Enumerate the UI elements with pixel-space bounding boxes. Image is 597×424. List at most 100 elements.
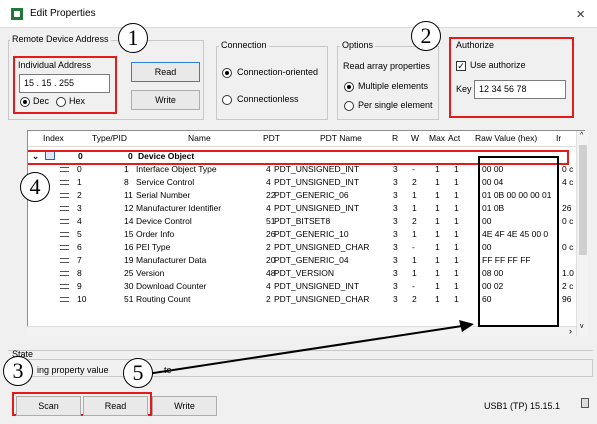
pdt-name-cell: PDT_UNSIGNED_INT [274, 164, 360, 174]
r-cell: 3 [393, 203, 398, 213]
index-cell: 9 [77, 281, 82, 291]
scroll-down-icon[interactable]: v [580, 323, 584, 330]
use-authorize-label: Use authorize [470, 60, 526, 70]
footer-read-button[interactable]: Read [83, 396, 148, 416]
header-r[interactable]: R [392, 133, 398, 143]
act-cell: 1 [454, 242, 459, 252]
title-bar: Edit Properties × [0, 0, 597, 28]
connection-status: USB1 (TP) 15.15.1 [484, 401, 561, 411]
single-element-radio[interactable] [344, 101, 354, 111]
act-cell: 1 [454, 229, 459, 239]
pid-cell: 11 [124, 190, 133, 200]
r-cell: 3 [393, 190, 398, 200]
authorize-label: Authorize [454, 40, 497, 50]
ir-cell: 0 c [562, 242, 574, 252]
header-pdt-name[interactable]: PDT Name [320, 133, 362, 143]
pid-cell: 25 [124, 268, 134, 278]
property-icon [60, 297, 69, 302]
pid-cell: 16 [124, 242, 134, 252]
w-cell: - [412, 281, 415, 291]
scroll-right-icon[interactable]: › [569, 326, 572, 336]
header-w[interactable]: W [411, 133, 419, 143]
r-cell: 3 [393, 242, 398, 252]
dec-label: Dec [33, 96, 50, 106]
connection-oriented-label: Connection-oriented [237, 67, 319, 77]
marker-3: 3 [3, 356, 33, 386]
key-input[interactable]: 12 34 56 78 [474, 80, 566, 99]
header-type-pid[interactable]: Type/PID [92, 133, 127, 143]
header-raw-value[interactable]: Raw Value (hex) [475, 133, 537, 143]
close-icon[interactable]: × [576, 6, 585, 23]
header-pdt[interactable]: PDT [263, 133, 280, 143]
header-act[interactable]: Act [448, 133, 460, 143]
remote-read-button[interactable]: Read [131, 62, 200, 82]
ir-cell: 96 [562, 294, 572, 304]
pid-cell: 1 [124, 164, 129, 174]
hex-label: Hex [69, 96, 86, 106]
pdt-cell: 4 [266, 281, 271, 291]
index-cell: 5 [77, 229, 82, 239]
key-label: Key [456, 84, 472, 94]
w-cell: - [412, 164, 415, 174]
property-icon [60, 284, 69, 289]
connection-oriented-radio[interactable] [222, 68, 232, 78]
header-name[interactable]: Name [188, 133, 211, 143]
act-cell: 1 [454, 177, 459, 187]
name-cell: Service Control [136, 177, 195, 187]
scroll-thumb[interactable] [579, 145, 587, 255]
w-cell: 1 [412, 229, 417, 239]
vertical-scrollbar[interactable]: ^ v [576, 131, 588, 336]
max-cell: 1 [435, 164, 440, 174]
connection-group [216, 46, 328, 120]
marker-5: 5 [123, 358, 153, 388]
w-cell: 1 [412, 255, 417, 265]
pid-cell: 19 [124, 255, 134, 265]
property-icon [60, 258, 69, 263]
w-cell: 1 [412, 190, 417, 200]
name-cell: Serial Number [136, 190, 191, 200]
header-ir[interactable]: Ir [556, 133, 561, 143]
scan-button[interactable]: Scan [16, 396, 81, 416]
pdt-name-cell: PDT_VERSION [274, 268, 334, 278]
pdt-name-cell: PDT_GENERIC_04 [274, 255, 349, 265]
r-cell: 3 [393, 177, 398, 187]
name-cell: Manufacturer Data [136, 255, 207, 265]
horizontal-scrollbar[interactable]: › [27, 326, 576, 336]
header-index[interactable]: Index [43, 133, 64, 143]
index-cell: 0 [77, 164, 82, 174]
pid-cell: 51 [124, 294, 134, 304]
dec-radio[interactable] [20, 97, 30, 107]
pdt-cell: 2 [266, 242, 271, 252]
name-cell: Routing Count [136, 294, 191, 304]
pid-cell: 12 [124, 203, 134, 213]
act-cell: 1 [454, 203, 459, 213]
multiple-elements-radio[interactable] [344, 82, 354, 92]
connection-label: Connection [219, 40, 269, 50]
w-cell: 2 [412, 294, 417, 304]
pdt-name-cell: PDT_UNSIGNED_INT [274, 177, 360, 187]
scroll-up-icon[interactable]: ^ [580, 132, 583, 139]
ir-cell: 1.0 [562, 268, 574, 278]
connectionless-radio[interactable] [222, 95, 232, 105]
r-cell: 3 [393, 268, 398, 278]
r-cell: 3 [393, 281, 398, 291]
remote-write-button[interactable]: Write [131, 90, 200, 110]
name-cell: Download Counter [136, 281, 207, 291]
max-cell: 1 [435, 281, 440, 291]
remote-device-label: Remote Device Address [10, 34, 111, 44]
pdt-cell: 4 [266, 203, 271, 213]
footer-write-button[interactable]: Write [152, 396, 217, 416]
hex-radio[interactable] [56, 97, 66, 107]
ir-cell: 2 c [562, 281, 574, 291]
property-icon [60, 167, 69, 172]
multiple-elements-label: Multiple elements [358, 81, 429, 91]
index-cell: 6 [77, 242, 82, 252]
header-max[interactable]: Max [429, 133, 445, 143]
index-cell: 7 [77, 255, 82, 265]
use-authorize-checkbox[interactable]: ✓ [456, 61, 466, 71]
max-cell: 1 [435, 229, 440, 239]
pdt-name-cell: PDT_GENERIC_10 [274, 229, 349, 239]
w-cell: - [412, 242, 415, 252]
individual-address-input[interactable]: 15 . 15 . 255 [19, 74, 110, 93]
index-cell: 2 [77, 190, 82, 200]
